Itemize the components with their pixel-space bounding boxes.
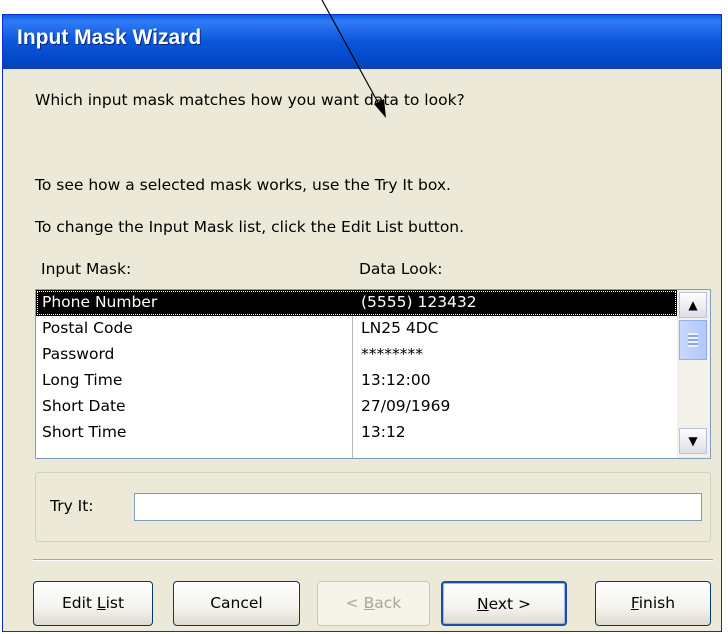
finish-label-part: inish	[638, 594, 676, 612]
mask-name: Short Date	[42, 397, 126, 415]
back-label-part: ack	[374, 594, 402, 612]
next-accelerator: N	[476, 595, 489, 613]
edit-list-hint: To change the Input Mask list, click the…	[35, 218, 465, 236]
back-button: < Back	[317, 581, 430, 626]
list-item[interactable]: Postal Code LN25 4DC	[36, 316, 677, 342]
input-mask-header: Input Mask:	[41, 260, 132, 278]
cancel-button[interactable]: Cancel	[173, 581, 300, 626]
mask-name: Password	[42, 345, 115, 363]
edit-list-label-part: ist	[105, 594, 125, 612]
list-item[interactable]: Password ********	[36, 342, 677, 368]
scroll-up-button[interactable]: ▲	[679, 292, 707, 318]
vertical-scrollbar[interactable]: ▲ ▼	[677, 290, 710, 458]
back-accelerator: B	[363, 594, 375, 612]
scroll-down-button[interactable]: ▼	[679, 428, 707, 454]
back-label-part: <	[345, 594, 364, 612]
edit-list-button[interactable]: Edit List	[33, 581, 153, 626]
try-it-label: Try It:	[50, 497, 94, 515]
try-it-hint: To see how a selected mask works, use th…	[35, 176, 451, 194]
title-bar[interactable]: Input Mask Wizard	[3, 15, 721, 69]
wizard-window: Input Mask Wizard Which input mask match…	[2, 14, 722, 632]
finish-button[interactable]: Finish	[595, 581, 711, 626]
mask-sample: 13:12:00	[361, 371, 431, 389]
list-item[interactable]: Phone Number (5555) 123432	[36, 290, 677, 316]
mask-sample: ********	[361, 345, 423, 363]
scroll-thumb[interactable]	[679, 320, 707, 360]
question-text: Which input mask matches how you want da…	[35, 91, 465, 109]
mask-sample: (5555) 123432	[361, 293, 477, 311]
input-mask-list[interactable]: Phone Number (5555) 123432 Postal Code L…	[35, 289, 711, 459]
scroll-down-icon: ▼	[688, 434, 698, 448]
scroll-up-icon: ▲	[688, 298, 698, 312]
cancel-label: Cancel	[210, 594, 263, 612]
try-it-group: Try It:	[35, 472, 711, 542]
try-it-input[interactable]	[134, 493, 702, 521]
button-separator	[33, 559, 713, 561]
mask-name: Postal Code	[42, 319, 133, 337]
edit-list-label-part: Edit	[61, 594, 97, 612]
window-title: Input Mask Wizard	[17, 26, 202, 49]
list-item[interactable]: Short Date 27/09/1969	[36, 394, 677, 420]
edit-list-accelerator: L	[96, 594, 106, 612]
finish-accelerator: F	[630, 594, 639, 612]
mask-name: Phone Number	[42, 293, 158, 311]
mask-name: Long Time	[42, 371, 123, 389]
list-item[interactable]: Short Time 13:12	[36, 420, 677, 446]
mask-sample: 13:12	[361, 423, 406, 441]
mask-sample: LN25 4DC	[361, 319, 439, 337]
data-look-header: Data Look:	[359, 260, 443, 278]
next-button[interactable]: Next >	[441, 581, 567, 626]
mask-sample: 27/09/1969	[361, 397, 451, 415]
list-item[interactable]: Long Time 13:12:00	[36, 368, 677, 394]
next-label-part: ext >	[488, 595, 532, 613]
mask-name: Short Time	[42, 423, 127, 441]
